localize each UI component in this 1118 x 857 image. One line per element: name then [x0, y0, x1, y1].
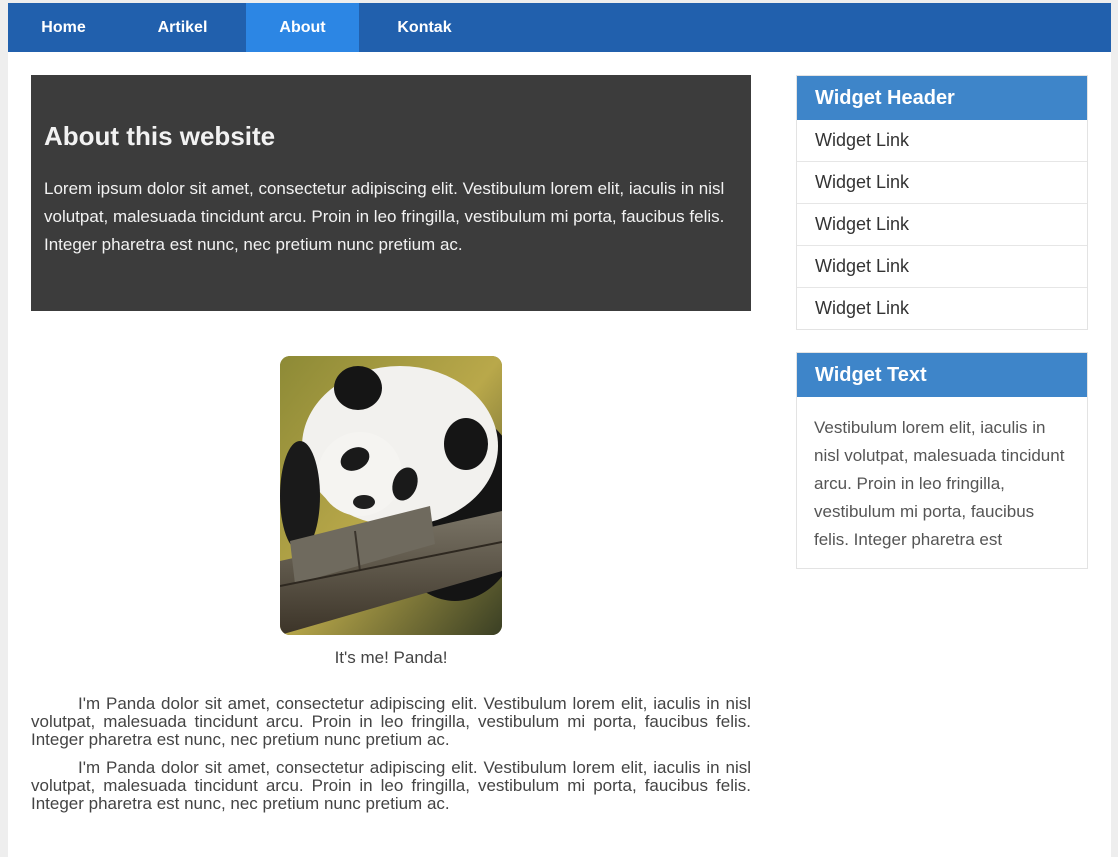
hero-text: Lorem ipsum dolor sit amet, consectetur … [44, 179, 725, 254]
text-widget: Widget Text Vestibulum lorem elit, iacul… [796, 352, 1088, 569]
panda-image [280, 356, 502, 635]
widget-link[interactable]: Widget Link [797, 246, 1087, 288]
hero-banner: About this website Lorem ipsum dolor sit… [31, 75, 751, 311]
hero-title: About this website [44, 121, 276, 151]
profile-paragraph: I'm Panda dolor sit amet, consectetur ad… [31, 758, 751, 813]
navbar: Home Artikel About Kontak [8, 3, 1111, 52]
panda-photo [280, 356, 502, 635]
nav-item-artikel[interactable]: Artikel [119, 3, 246, 52]
widget-link[interactable]: Widget Link [797, 162, 1087, 204]
nav-item-home[interactable]: Home [8, 3, 119, 52]
widget-link[interactable]: Widget Link [797, 120, 1087, 162]
widget-link[interactable]: Widget Link [797, 204, 1087, 246]
nav-item-kontak[interactable]: Kontak [359, 3, 490, 52]
photo-caption: It's me! Panda! [334, 648, 448, 667]
links-widget: Widget Header Widget Link Widget Link Wi… [796, 75, 1088, 330]
widget-text-header: Widget Text [797, 353, 1087, 397]
widget-text-body: Vestibulum lorem elit, iaculis in nisl v… [814, 418, 1065, 549]
profile-paragraph: I'm Panda dolor sit amet, consectetur ad… [31, 694, 751, 749]
widget-link[interactable]: Widget Link [797, 288, 1087, 329]
page: Home Artikel About Kontak About this web… [8, 3, 1111, 857]
nav-item-about[interactable]: About [246, 3, 359, 52]
widget-link-list: Widget Link Widget Link Widget Link Widg… [797, 120, 1087, 329]
widget-header: Widget Header [797, 76, 1087, 120]
